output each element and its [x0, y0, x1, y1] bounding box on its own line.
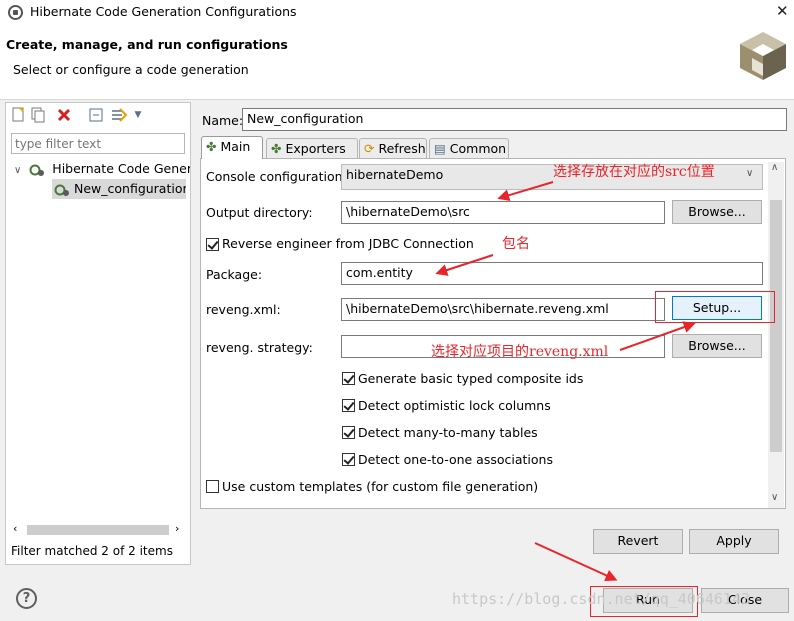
- tab-main[interactable]: ✤ Main: [201, 136, 263, 159]
- tab-common[interactable]: ▤ Common: [429, 138, 509, 159]
- main-tab-icon: ✤: [206, 139, 217, 154]
- annotation-console-note: 选择存放在对应的src位置: [553, 164, 715, 180]
- strategy-browse-button[interactable]: Browse...: [672, 334, 762, 358]
- tree-item-label: New_configuration: [73, 181, 186, 196]
- annotation-setup-highlight: [655, 291, 775, 323]
- duplicate-icon[interactable]: [30, 107, 46, 123]
- close-window-icon[interactable]: ✕: [776, 2, 789, 20]
- option-checkbox-optimistic-lock[interactable]: [342, 399, 355, 412]
- revert-button[interactable]: Revert: [593, 529, 683, 554]
- option-checkbox-one-to-one[interactable]: [342, 453, 355, 466]
- reveng-xml-label: reveng.xml:: [206, 302, 281, 317]
- output-dir-field[interactable]: \hibernateDemo\src: [341, 201, 665, 224]
- delete-icon[interactable]: [56, 107, 72, 123]
- scrollbar-thumb[interactable]: [27, 525, 169, 535]
- header-subtitle: Select or configure a code generation: [13, 62, 249, 77]
- tab-label: Main: [220, 139, 251, 154]
- window-title: Hibernate Code Generation Configurations: [30, 4, 297, 19]
- option-checkbox-composite-ids[interactable]: [342, 372, 355, 385]
- reveng-strategy-label: reveng. strategy:: [206, 340, 313, 355]
- name-label: Name:: [202, 113, 244, 128]
- horizontal-scrollbar[interactable]: ‹ ›: [11, 522, 185, 538]
- tree-item-label: Hibernate Code Gener: [52, 161, 190, 176]
- option-checkbox-many-to-many[interactable]: [342, 426, 355, 439]
- app-icon: [8, 5, 23, 20]
- output-dir-label: Output directory:: [206, 205, 313, 220]
- collapse-all-icon[interactable]: [88, 107, 104, 123]
- scroll-up-icon[interactable]: ∧: [771, 162, 778, 173]
- option-label: Use custom templates (for custom file ge…: [222, 479, 539, 494]
- new-config-icon[interactable]: [10, 107, 26, 123]
- annotation-package-note: 包名: [502, 236, 530, 252]
- hibernate-config-icon: [54, 183, 70, 197]
- hibernate-config-icon: [29, 163, 45, 177]
- tab-exporters[interactable]: ✤ Exporters: [266, 138, 358, 159]
- option-label: Detect optimistic lock columns: [358, 398, 551, 413]
- package-label: Package:: [206, 267, 263, 282]
- dropdown-icon[interactable]: ▼: [130, 107, 146, 123]
- exporters-tab-icon: ✤: [271, 141, 282, 156]
- hibernate-logo-icon: [740, 32, 786, 80]
- chevron-down-icon[interactable]: ∨: [746, 168, 753, 179]
- annotation-reveng-note: 选择对应项目的reveng.xml: [431, 344, 609, 360]
- apply-button[interactable]: Apply: [689, 529, 779, 554]
- scroll-left-icon[interactable]: ‹: [13, 522, 17, 535]
- reverse-engineer-checkbox[interactable]: [206, 238, 219, 251]
- name-field[interactable]: New_configuration: [242, 108, 787, 131]
- reveng-xml-field[interactable]: \hibernateDemo\src\hibernate.reveng.xml: [341, 298, 665, 321]
- filter-status: Filter matched 2 of 2 items: [11, 544, 173, 558]
- filter-input[interactable]: [11, 133, 185, 154]
- vertical-scrollbar[interactable]: ∧ ∨: [768, 162, 784, 508]
- configuration-list-panel: ▼ ∨ Hibernate Code Gener New_configurati…: [5, 102, 191, 565]
- help-icon[interactable]: ?: [16, 588, 37, 609]
- scroll-right-icon[interactable]: ›: [175, 522, 179, 535]
- console-config-value: hibernateDemo: [346, 167, 444, 182]
- refresh-icon: ⟳: [364, 141, 375, 156]
- package-field[interactable]: com.entity: [341, 262, 763, 285]
- option-label: Detect one-to-one associations: [358, 452, 553, 467]
- reverse-engineer-label: Reverse engineer from JDBC Connection: [222, 236, 474, 251]
- scroll-down-icon[interactable]: ∨: [771, 492, 778, 503]
- tab-refresh[interactable]: ⟳ Refresh: [359, 138, 427, 159]
- output-browse-button[interactable]: Browse...: [672, 200, 762, 224]
- option-label: Generate basic typed composite ids: [358, 371, 584, 386]
- chevron-down-icon[interactable]: ∨: [14, 165, 21, 176]
- tab-label: Refresh: [378, 141, 426, 156]
- tree-item-new-configuration[interactable]: New_configuration: [52, 179, 186, 199]
- common-tab-icon: ▤: [434, 141, 446, 156]
- tab-label: Exporters: [285, 141, 346, 156]
- console-config-label: Console configuration:: [206, 169, 347, 184]
- header-title: Create, manage, and run configurations: [6, 37, 288, 52]
- option-label: Detect many-to-many tables: [358, 425, 538, 440]
- dialog-header: Create, manage, and run configurations S…: [0, 26, 794, 100]
- title-bar: Hibernate Code Generation Configurations…: [0, 0, 794, 26]
- filter-icon[interactable]: [110, 107, 128, 123]
- tree-item-hibernate-code-generation[interactable]: ∨ Hibernate Code Gener: [14, 159, 190, 179]
- tab-label: Common: [449, 141, 507, 156]
- scrollbar-thumb[interactable]: [770, 200, 782, 452]
- watermark: https://blog.csdn.net/qq_40646143: [452, 590, 751, 608]
- option-checkbox-custom-templates[interactable]: [206, 480, 219, 493]
